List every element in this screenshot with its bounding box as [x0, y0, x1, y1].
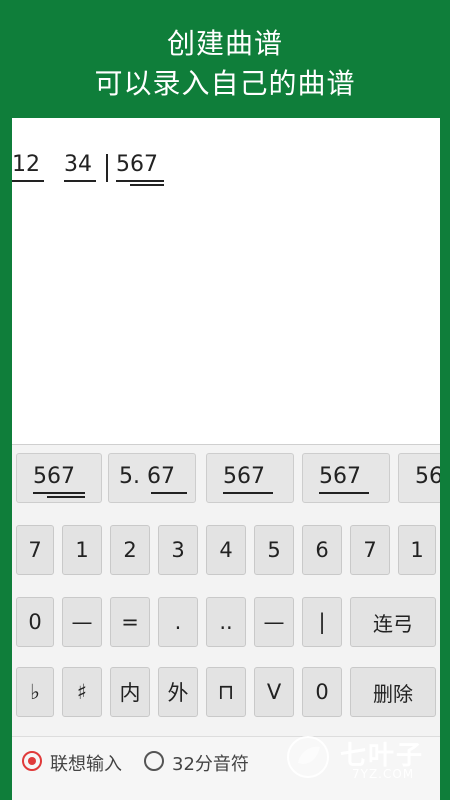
note-group-text: 12 — [12, 152, 40, 177]
key-outer[interactable]: 外 — [158, 667, 198, 717]
key-label: . — [174, 610, 182, 634]
key-label: 3 — [171, 538, 185, 562]
underline — [64, 180, 96, 182]
suggestion-chip[interactable]: 567 — [206, 453, 294, 503]
key-barline[interactable]: | — [302, 597, 342, 647]
underline — [223, 492, 273, 494]
key-label: .. — [219, 610, 233, 634]
underline — [12, 180, 44, 182]
suggestion-text: 5. 67 — [119, 464, 175, 489]
key-label: 6 — [315, 538, 329, 562]
underline-double — [130, 184, 164, 186]
tie-button[interactable]: 连弓 — [350, 597, 436, 647]
note-group: 567 — [116, 152, 158, 177]
key-label: = — [121, 610, 139, 634]
key-label: ♯ — [76, 680, 88, 704]
key-dot[interactable]: . — [158, 597, 198, 647]
key-label: 1 — [75, 538, 89, 562]
key-low-7[interactable]: 7 — [16, 525, 54, 575]
key-label: V — [266, 680, 282, 704]
key-label: 4 — [219, 538, 233, 562]
key-double-dot[interactable]: .. — [206, 597, 246, 647]
suggestion-chip[interactable]: 567 — [398, 453, 440, 503]
key-label: | — [318, 610, 326, 634]
radio-associative-input[interactable] — [22, 751, 42, 771]
key-label: 删除 — [373, 681, 413, 706]
key-dash[interactable]: — — [254, 597, 294, 647]
underline — [319, 492, 369, 494]
key-1[interactable]: 1 — [62, 525, 102, 575]
key-label: 连弓 — [373, 611, 413, 636]
banner-subtitle: 可以录入自己的曲谱 — [94, 67, 356, 100]
key-zero[interactable]: 0 — [302, 667, 342, 717]
underline-double — [47, 496, 85, 498]
radio-32nd-note[interactable] — [144, 751, 164, 771]
suggestion-chip[interactable]: 567 — [16, 453, 102, 503]
key-2[interactable]: 2 — [110, 525, 150, 575]
suggestion-text: 567 — [33, 464, 75, 489]
score-editor[interactable]: 12 34 567 — [12, 118, 440, 444]
key-4[interactable]: 4 — [206, 525, 246, 575]
watermark-domain: 7YZ.COM — [352, 767, 415, 781]
key-label: ♭ — [30, 680, 40, 704]
key-label: 外 — [167, 681, 189, 705]
suggestion-text: 567 — [319, 464, 361, 489]
note-group-text: 567 — [116, 152, 158, 177]
key-label: — — [263, 610, 285, 634]
key-inner[interactable]: 内 — [110, 667, 150, 717]
key-label: 0 — [28, 610, 42, 634]
app-screen: 12 34 567 567 5. 67 567 567 56 7 1 2 3 4… — [12, 118, 440, 800]
key-flat[interactable]: ♭ — [16, 667, 54, 717]
promo-banner: 创建曲谱 可以录入自己的曲谱 — [0, 0, 450, 118]
key-upbow[interactable]: V — [254, 667, 294, 717]
key-label: 0 — [315, 680, 329, 704]
radio-associative-input-label[interactable]: 联想输入 — [50, 750, 122, 776]
key-label: 5 — [267, 538, 281, 562]
suggestion-chip[interactable]: 567 — [302, 453, 390, 503]
watermark: 七叶子 7YZ.COM — [286, 735, 436, 785]
key-label: 内 — [119, 681, 141, 705]
key-sharp[interactable]: ♯ — [62, 667, 102, 717]
underline — [151, 492, 187, 494]
key-rest[interactable]: 0 — [16, 597, 54, 647]
suggestion-text: 567 — [415, 464, 440, 489]
radio-32nd-note-label[interactable]: 32分音符 — [172, 750, 249, 776]
underline — [116, 180, 164, 182]
banner-title: 创建曲谱 — [166, 27, 283, 60]
notation-keyboard: 567 5. 67 567 567 567 7 1 2 3 4 5 6 7 1 … — [12, 444, 440, 737]
note-group: 34 — [64, 152, 92, 177]
key-5[interactable]: 5 — [254, 525, 294, 575]
key-label: — — [71, 610, 93, 634]
key-high-1[interactable]: 1 — [398, 525, 436, 575]
key-label: ⊓ — [217, 680, 235, 704]
note-group: 12 — [12, 152, 40, 177]
delete-button[interactable]: 删除 — [350, 667, 436, 717]
key-downbow[interactable]: ⊓ — [206, 667, 246, 717]
leaf-logo-icon — [287, 736, 329, 778]
key-label: 7 — [363, 538, 377, 562]
suggestion-chip[interactable]: 5. 67 — [108, 453, 196, 503]
suggestion-text: 567 — [223, 464, 265, 489]
key-double-underline[interactable]: = — [110, 597, 150, 647]
note-group-text: 34 — [64, 152, 92, 177]
key-label: 2 — [123, 538, 137, 562]
underline — [33, 492, 85, 494]
key-3[interactable]: 3 — [158, 525, 198, 575]
key-7[interactable]: 7 — [350, 525, 390, 575]
bar-line — [106, 154, 108, 182]
key-underline[interactable]: — — [62, 597, 102, 647]
key-label: 7 — [28, 538, 42, 562]
key-6[interactable]: 6 — [302, 525, 342, 575]
key-label: 1 — [410, 538, 424, 562]
